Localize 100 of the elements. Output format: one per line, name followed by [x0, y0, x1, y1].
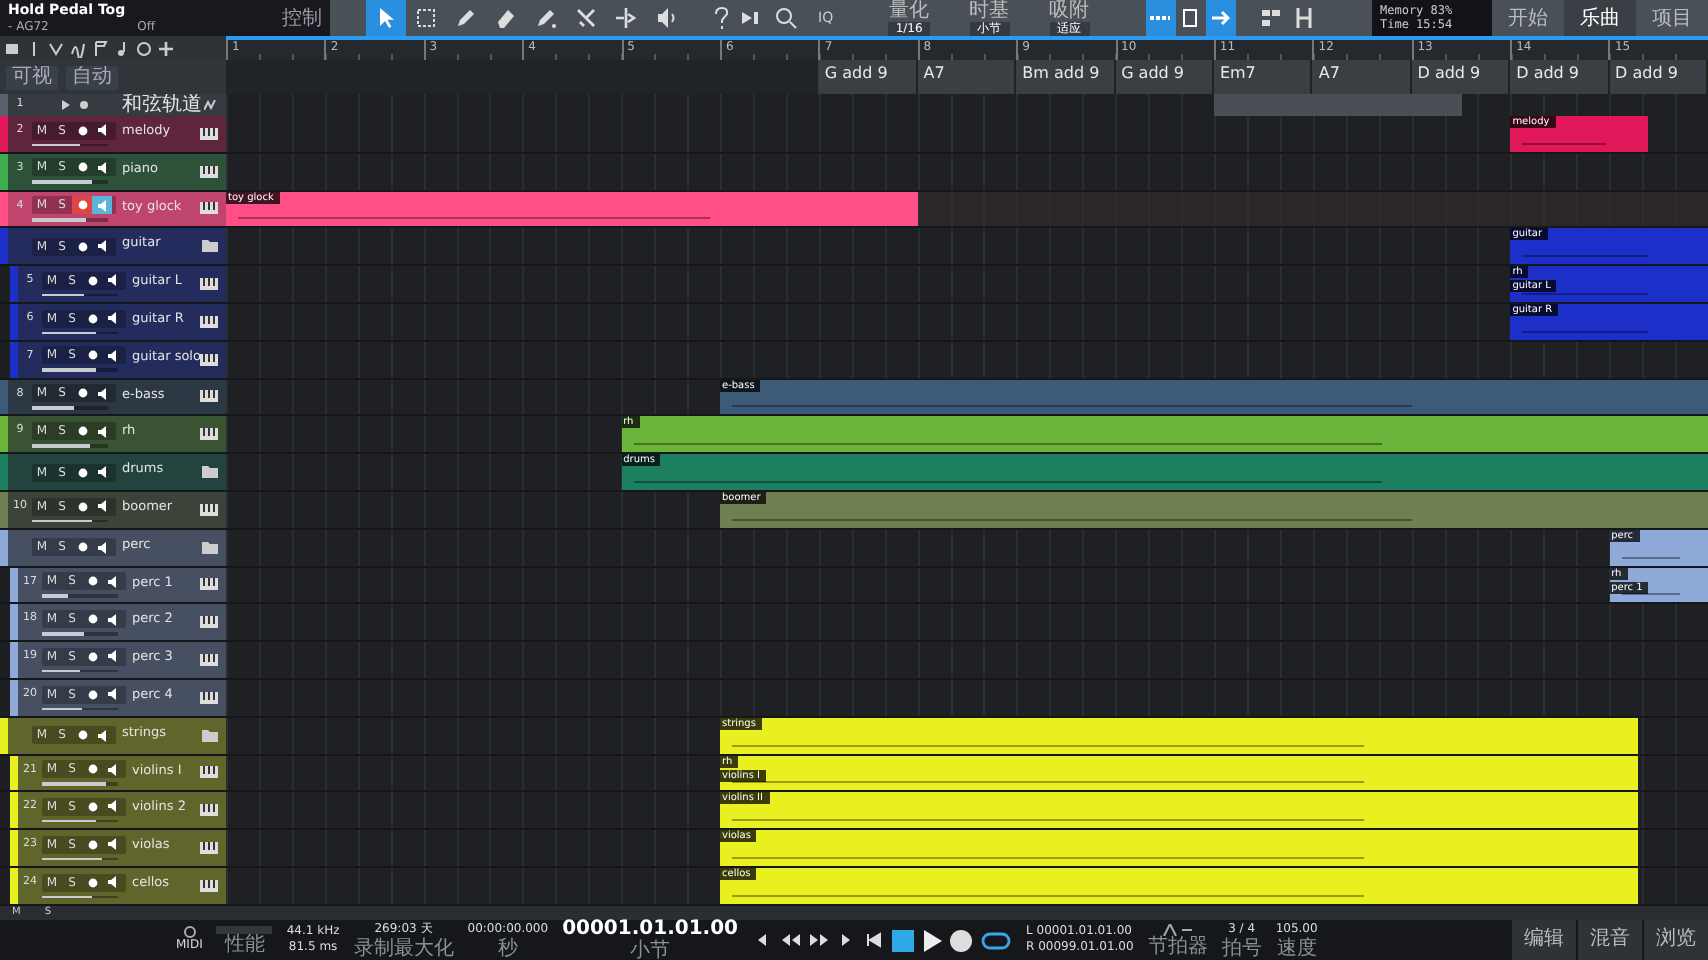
- panel-button[interactable]: 自动: [66, 65, 118, 89]
- curve-icon[interactable]: [48, 39, 64, 57]
- keyboard-icon: [200, 390, 218, 403]
- monitor-button[interactable]: [92, 158, 112, 177]
- monitor-button[interactable]: [92, 422, 112, 441]
- keyboard-icon: [200, 315, 218, 328]
- keyboard-icon: [200, 127, 218, 140]
- chevron-icon: [204, 100, 218, 110]
- chord-block[interactable]: D add 9: [1411, 60, 1511, 94]
- chord-block[interactable]: A7: [917, 60, 1017, 94]
- skip-icon: [740, 6, 764, 30]
- tool-button[interactable]: [366, 0, 406, 36]
- speaker-icon: [107, 349, 117, 362]
- paint-icon: [532, 4, 560, 32]
- record-icon: [87, 576, 97, 587]
- record-icon: [87, 651, 97, 662]
- help-icon: [710, 6, 730, 30]
- record-icon: [87, 689, 97, 700]
- record-icon: [77, 200, 87, 211]
- speaker-icon: [97, 500, 107, 513]
- page-tab[interactable]: 开始: [1492, 0, 1564, 36]
- monitor-button[interactable]: [102, 873, 122, 892]
- metronome-icon: [1161, 923, 1194, 935]
- chord-block[interactable]: D add 9: [1510, 60, 1610, 94]
- page-button[interactable]: 浏览: [1642, 920, 1708, 960]
- keyboard-icon: [200, 278, 218, 291]
- page-button[interactable]: 编辑: [1510, 920, 1576, 960]
- grid-icon: [1259, 6, 1284, 30]
- flag-icon[interactable]: [92, 39, 108, 57]
- page-tab[interactable]: 乐曲: [1564, 0, 1636, 36]
- page-button[interactable]: 混音: [1576, 920, 1642, 960]
- track-name: 和弦轨道: [120, 94, 204, 116]
- eraser-icon: [492, 4, 520, 32]
- rewind-fast-icon[interactable]: [780, 932, 800, 948]
- note-icon[interactable]: [114, 39, 130, 57]
- monitor-button[interactable]: [92, 538, 112, 557]
- chord-block[interactable]: D add 9: [1609, 60, 1708, 94]
- chord-block[interactable]: G add 9: [818, 60, 918, 94]
- monitor-button[interactable]: [102, 835, 122, 854]
- square-icon[interactable]: [4, 39, 20, 57]
- folder-icon: [202, 729, 218, 742]
- meter-drawing: [216, 925, 273, 933]
- monitor-button[interactable]: [102, 271, 122, 290]
- monitor-button[interactable]: [102, 760, 122, 779]
- keyboard-icon: [200, 804, 218, 817]
- monitor-button[interactable]: [92, 384, 112, 403]
- chord-block[interactable]: Bm add 9: [1016, 60, 1116, 94]
- pencil-icon: [452, 4, 480, 32]
- monitor-button[interactable]: [102, 309, 122, 328]
- monitor-button[interactable]: [92, 497, 112, 516]
- metronome-label: 节拍器: [1147, 935, 1208, 957]
- record-icon: [77, 125, 87, 136]
- record-icon: [87, 801, 97, 812]
- stop-icon[interactable]: [892, 929, 914, 951]
- record-icon: [77, 501, 87, 512]
- forward-fast-icon[interactable]: [808, 932, 828, 948]
- monitor-button[interactable]: [92, 237, 112, 256]
- record-icon: [77, 730, 87, 741]
- control-label: 控制: [282, 5, 322, 32]
- monitor-button[interactable]: [92, 463, 112, 482]
- zoom-icon: [774, 6, 798, 30]
- monitor-button[interactable]: [102, 346, 122, 365]
- plus-icon[interactable]: [158, 39, 174, 57]
- chord-block[interactable]: Em7: [1213, 60, 1313, 94]
- monitor-button[interactable]: [92, 726, 112, 745]
- toggle-button[interactable]: [1145, 0, 1176, 36]
- speaker-icon: [107, 838, 117, 851]
- play-icon[interactable]: [922, 929, 942, 951]
- folder-icon: [202, 240, 218, 253]
- speaker-icon: [97, 729, 107, 742]
- monitor-button[interactable]: [102, 685, 122, 704]
- speaker-icon: [652, 4, 680, 32]
- loop-button[interactable]: [980, 929, 1012, 951]
- speaker-icon: [97, 466, 107, 479]
- clock-icon[interactable]: [136, 39, 152, 57]
- play-icon[interactable]: [59, 98, 71, 112]
- position-display: 00001.01.01.00 小节: [562, 919, 738, 960]
- record-icon: [87, 614, 97, 624]
- speaker-icon: [97, 425, 107, 438]
- record-icon[interactable]: [950, 929, 972, 951]
- panel-button[interactable]: 可视: [6, 65, 58, 89]
- page-tab[interactable]: 项目: [1636, 0, 1708, 36]
- toggle-button[interactable]: [1205, 0, 1236, 36]
- monitor-button[interactable]: [102, 797, 122, 816]
- wave-icon[interactable]: [70, 39, 86, 57]
- keyboard-icon: [200, 202, 218, 215]
- record-icon: [77, 241, 87, 252]
- monitor-button[interactable]: [92, 121, 112, 140]
- chord-block[interactable]: G add 9: [1115, 60, 1214, 94]
- loop-icon: [980, 929, 1012, 951]
- chord-block[interactable]: A7: [1312, 60, 1412, 94]
- monitor-button[interactable]: [102, 647, 122, 666]
- monitor-button[interactable]: [102, 572, 122, 591]
- clip[interactable]: [1214, 94, 1461, 116]
- monitor-button[interactable]: [102, 610, 122, 628]
- folder-icon: [202, 541, 218, 554]
- skip-start-icon[interactable]: [864, 932, 884, 948]
- record-icon: [77, 162, 87, 173]
- record-icon: [77, 467, 87, 478]
- record-icon: [87, 275, 97, 286]
